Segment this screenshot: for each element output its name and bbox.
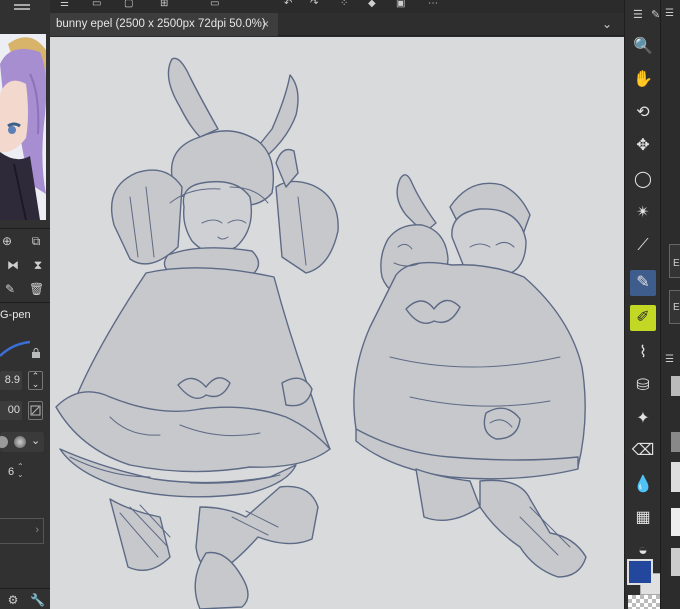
zoom-in-icon[interactable]: ⊕: [0, 234, 14, 248]
sketch-artwork: [55, 57, 587, 609]
zoom-icon[interactable]: 🔍: [630, 34, 656, 60]
panel-menu-icon[interactable]: ☰: [665, 354, 674, 365]
loading-icon[interactable]: ⁘: [340, 0, 348, 10]
brush-tip-hard[interactable]: [0, 436, 8, 448]
subtool-label-1: E: [673, 258, 680, 269]
more-icon[interactable]: ⋯: [428, 0, 438, 10]
wrench-icon[interactable]: 🔧: [30, 593, 45, 607]
brush-tip-selector[interactable]: ⌄: [0, 432, 44, 452]
opacity-settings-button[interactable]: [28, 401, 43, 420]
eyedropper-icon[interactable]: ⟋: [630, 233, 656, 259]
redo-icon[interactable]: ↷: [310, 0, 318, 10]
eraser-icon[interactable]: ⌫: [630, 438, 656, 464]
chevron-down-icon[interactable]: ⌄: [602, 13, 612, 36]
opacity-field[interactable]: 00: [0, 401, 22, 420]
undo-icon[interactable]: ↶: [284, 0, 292, 10]
brush-stroke-preview: [0, 336, 31, 360]
fill-bucket-icon[interactable]: ◆: [368, 0, 376, 10]
transparent-color-swatch[interactable]: [628, 595, 660, 609]
pen-icon[interactable]: ✎: [630, 270, 656, 296]
canvas-icon[interactable]: ▭: [92, 0, 101, 10]
layer-thumb-4[interactable]: [671, 508, 680, 536]
navigator-thumbnail[interactable]: [0, 34, 46, 220]
sub-tool-panel-edge: ☰ E E ☰: [660, 0, 680, 609]
hand-icon[interactable]: ✋: [630, 67, 656, 93]
fill-icon[interactable]: ▦: [630, 505, 656, 531]
brush-size-field[interactable]: 8.9: [0, 371, 22, 390]
panel-menu-icon[interactable]: ☰: [665, 8, 674, 19]
command-bar: ☰ ▭ ▢ ⊞ ▭ ↶ ↷ ⁘ ◆ ▣ ⋯: [50, 0, 624, 12]
document-tab-bar: bunny epel (2500 x 2500px 72dpi 50.0%) ×…: [50, 13, 624, 36]
auto-select-icon[interactable]: ✴: [630, 200, 656, 226]
image-icon[interactable]: ⊞: [160, 0, 168, 10]
blend-icon[interactable]: 💧: [630, 472, 656, 498]
decoration-icon[interactable]: ✦: [630, 406, 656, 432]
drawing-canvas[interactable]: [50, 37, 624, 609]
menu-icon[interactable]: ☰: [60, 0, 69, 10]
document-title: bunny epel (2500 x 2500px 72dpi 50.0%): [56, 18, 266, 30]
empty-slider[interactable]: ›: [0, 518, 44, 544]
brush-tip-soft[interactable]: [14, 436, 26, 448]
layer-thumb-5[interactable]: [671, 548, 680, 576]
tool-palette: ☰ ✎ 🔍 ✋ ⟲ ✥ ◯ ✴ ⟋ ✎ ✐ ⌇ ⛁ ✦ ⌫ 💧 ▦ ◒: [624, 0, 660, 609]
subtool-name: G-pen: [0, 309, 31, 321]
layer-thumb-2[interactable]: [671, 432, 680, 452]
lock-icon[interactable]: [31, 345, 41, 358]
layer-icon[interactable]: ▢: [124, 0, 133, 10]
panel-menu-icon[interactable]: [12, 0, 32, 10]
left-panel: ⊕ ⧉ ⧓ ⧗ ✎ 🗑 G-pen 8.9 ⌃⌄ 00 ⌄ 6 ⌃⌄ › ⚙: [0, 0, 50, 609]
trash-icon[interactable]: 🗑: [29, 282, 44, 296]
layer-thumb-3[interactable]: [671, 462, 680, 492]
pen-edit-icon[interactable]: ✎: [651, 8, 660, 21]
stabilization-stepper[interactable]: ⌃ ⌄: [17, 463, 24, 479]
move-icon[interactable]: ✥: [630, 133, 656, 159]
chevron-down-icon[interactable]: ⌄: [31, 434, 40, 447]
flip-horizontal-icon[interactable]: ⧓: [6, 258, 20, 272]
close-icon[interactable]: ×: [262, 13, 269, 36]
rotate-icon[interactable]: ⟲: [630, 100, 656, 126]
brush-icon[interactable]: ⌇: [630, 340, 656, 366]
settings-icon[interactable]: ⚙: [6, 593, 20, 607]
edit-icon[interactable]: ✎: [3, 282, 17, 296]
clip-studio-window: ⊕ ⧉ ⧓ ⧗ ✎ 🗑 G-pen 8.9 ⌃⌄ 00 ⌄ 6 ⌃⌄ › ⚙: [0, 0, 680, 609]
main-color-front[interactable]: [627, 559, 653, 585]
airbrush-icon[interactable]: ⛁: [630, 373, 656, 399]
flip-vertical-icon[interactable]: ⧗: [31, 258, 45, 272]
layer-thumb-1[interactable]: [671, 376, 680, 396]
stabilization-value[interactable]: 6: [8, 466, 14, 478]
lasso-icon[interactable]: ◯: [630, 167, 656, 193]
pencil-icon[interactable]: ✐: [630, 305, 656, 331]
fit-window-icon[interactable]: ⧉: [29, 234, 43, 248]
transform-icon[interactable]: ▣: [396, 0, 405, 10]
brush-size-stepper[interactable]: ⌃ ⌄: [28, 371, 43, 390]
document-tab[interactable]: bunny epel (2500 x 2500px 72dpi 50.0%): [50, 13, 278, 36]
subtool-label-2: E: [673, 302, 680, 313]
chevron-right-icon[interactable]: ›: [35, 524, 39, 536]
palette-menu-icon[interactable]: ☰: [633, 8, 643, 21]
selection-icon[interactable]: ▭: [210, 0, 219, 10]
